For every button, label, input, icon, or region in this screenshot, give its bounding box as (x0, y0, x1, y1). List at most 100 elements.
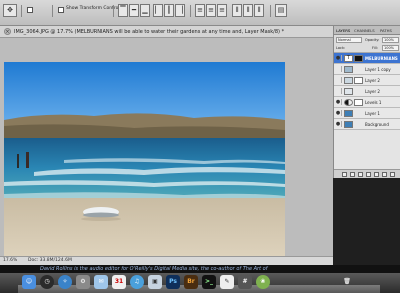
safari-icon[interactable]: ✧ (58, 275, 72, 289)
distribute-icon[interactable]: ≡ (217, 4, 227, 17)
itunes-icon[interactable]: ♫ (130, 275, 144, 289)
canvas-area[interactable] (0, 38, 333, 273)
layer-name: MELBURNIANS (365, 56, 398, 61)
layer-mask-thumb[interactable] (354, 99, 363, 106)
layers-empty-space (334, 130, 400, 169)
text-layer-icon: T (344, 55, 353, 62)
layer-name: Layer 1 copy (365, 67, 391, 72)
ical-icon[interactable]: 31 (112, 275, 126, 289)
layer-name: Levels 1 (365, 100, 382, 105)
blend-mode-select[interactable]: Normal (336, 37, 362, 43)
layer-thumb (344, 66, 353, 73)
eye-icon[interactable]: ● (335, 121, 342, 127)
iphoto-icon[interactable]: ❀ (256, 275, 270, 289)
bridge-icon[interactable]: Br (184, 275, 198, 289)
tab-channels[interactable]: CHANNELS (354, 28, 375, 33)
layer-row-melburnians[interactable]: ● T MELBURNIANS (334, 53, 400, 64)
distribute-h-icon[interactable]: ⦀ (243, 4, 253, 17)
textedit-icon[interactable]: ✎ (220, 275, 234, 289)
layers-panel: LAYERS CHANNELS PATHS Normal Opacity: 10… (333, 26, 400, 178)
show-transform-checkbox[interactable] (58, 7, 64, 13)
fill-field[interactable]: 100% (382, 45, 399, 51)
align-middle-icon[interactable]: ━ (129, 4, 139, 17)
mask-icon[interactable] (358, 172, 363, 177)
caption-text: David Rollins is the audio editor for O'… (40, 266, 268, 272)
layer-row[interactable]: ● Background (334, 119, 400, 130)
preview-icon[interactable]: ▣ (148, 275, 162, 289)
caption-bar: David Rollins is the audio editor for O'… (0, 265, 400, 273)
auto-select-checkbox[interactable] (27, 7, 33, 13)
align-bottom-icon[interactable]: ▁ (140, 4, 150, 17)
folder-icon[interactable] (374, 172, 379, 177)
finder-icon[interactable]: ☺ (22, 275, 36, 289)
distribute-icon[interactable]: ≡ (206, 4, 216, 17)
move-tool-icon[interactable]: ✥ (3, 4, 17, 17)
layer-thumb (344, 121, 353, 128)
doc-size: Doc: 33.8M/124.6M (28, 258, 72, 263)
auto-align-icon[interactable]: ▤ (275, 4, 287, 17)
layer-row[interactable]: Layer 1 copy (334, 64, 400, 75)
layer-name: Layer 2 (365, 78, 380, 83)
tab-paths[interactable]: PATHS (380, 28, 392, 33)
layer-name: Layer 1 (365, 111, 380, 116)
layer-thumb (344, 110, 353, 117)
document-title: IMG_3064.JPG @ 17.7% (MELBURNIANS will b… (14, 29, 285, 35)
photoshop-icon[interactable]: Ps (166, 275, 180, 289)
beach-photo (4, 62, 285, 273)
layer-mask-thumb[interactable] (354, 55, 363, 62)
layer-thumb (344, 88, 353, 95)
eye-icon[interactable] (335, 66, 342, 72)
mail-icon[interactable]: ✉ (94, 275, 108, 289)
eye-icon[interactable]: ● (335, 110, 342, 116)
layer-name: Background (365, 122, 389, 127)
layer-row[interactable]: Layer 2 (334, 86, 400, 97)
layer-row[interactable]: Layer 2 (334, 75, 400, 86)
separator (52, 5, 53, 17)
layer-controls: Normal Opacity: 100% Lock: Fill: 100% (334, 35, 400, 53)
opacity-label: Opacity: (365, 38, 380, 42)
tab-layers[interactable]: LAYERS (336, 28, 350, 33)
distribute-h-icon[interactable]: ⦀ (232, 4, 242, 17)
align-center-icon[interactable]: ┃ (164, 4, 174, 17)
layer-mask-thumb[interactable] (354, 77, 363, 84)
layer-name: Layer 2 (365, 89, 380, 94)
terminal-icon[interactable]: >_ (202, 275, 216, 289)
dashboard-icon[interactable]: ◷ (40, 275, 54, 289)
opacity-field[interactable]: 100% (382, 37, 399, 43)
lock-label: Lock: (336, 46, 346, 50)
status-bar: 17.6% Doc: 33.8M/124.6M (0, 256, 333, 265)
align-right-icon[interactable]: ▕ (175, 4, 185, 17)
system-preferences-icon[interactable]: ⚙ (76, 275, 90, 289)
calculator-icon[interactable]: # (238, 275, 252, 289)
eye-icon[interactable] (335, 88, 342, 94)
link-icon[interactable] (342, 172, 347, 177)
separator (113, 5, 114, 17)
trash-icon[interactable]: 🗑 (340, 275, 354, 289)
layer-thumb (344, 77, 353, 84)
layer-row[interactable]: ● Levels 1 (334, 97, 400, 108)
layer-row[interactable]: ● Layer 1 (334, 108, 400, 119)
zoom-level[interactable]: 17.6% (3, 258, 17, 263)
separator (21, 5, 22, 17)
trash-icon[interactable] (390, 172, 395, 177)
eye-icon[interactable]: ● (335, 55, 342, 61)
align-left-icon[interactable]: ▏ (153, 4, 163, 17)
panel-tabs: LAYERS CHANNELS PATHS (334, 26, 400, 35)
dock: ☺ ◷ ✧ ⚙ ✉ 31 ♫ ▣ Ps Br >_ ✎ # ❀ 🗑 (0, 273, 400, 293)
adjustment-layer-icon[interactable] (366, 172, 371, 177)
new-layer-icon[interactable] (382, 172, 387, 177)
align-top-icon[interactable]: ▔ (118, 4, 128, 17)
separator (190, 5, 191, 17)
distribute-icon[interactable]: ≡ (195, 4, 205, 17)
adjustment-icon (344, 99, 353, 106)
close-icon[interactable]: × (4, 28, 11, 35)
distribute-h-icon[interactable]: ⦀ (254, 4, 264, 17)
fill-label: Fill: (372, 46, 378, 50)
options-bar: ✥ Show Transform Controls ▔ ━ ▁ ▏ ┃ ▕ ≡ … (0, 0, 400, 26)
eye-icon[interactable] (335, 77, 342, 83)
eye-icon[interactable]: ● (335, 99, 342, 105)
panel-dock-empty (333, 178, 400, 265)
panel-footer (334, 169, 400, 178)
document-tab[interactable]: × IMG_3064.JPG @ 17.7% (MELBURNIANS will… (0, 26, 333, 38)
fx-icon[interactable] (350, 172, 355, 177)
